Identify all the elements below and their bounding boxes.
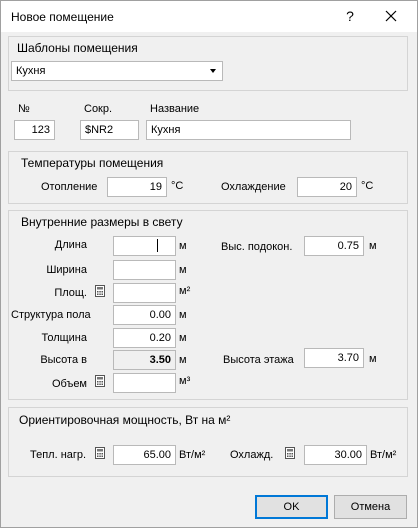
number-field[interactable]: 123: [14, 120, 55, 140]
thickness-label: Толщина: [41, 332, 87, 344]
cooling-temp-field[interactable]: 20: [297, 177, 357, 197]
chevron-down-icon: [210, 69, 216, 73]
height-unit: м: [179, 354, 187, 366]
volume-field[interactable]: [113, 373, 176, 393]
length-label: Длина: [54, 239, 87, 251]
cooling-power-unit: Вт/м²: [370, 449, 397, 461]
short-field[interactable]: $NR2: [80, 120, 139, 140]
calculator-icon[interactable]: [95, 375, 105, 387]
ok-button[interactable]: OK: [255, 495, 328, 519]
heat-load-unit: Вт/м²: [179, 449, 206, 461]
template-select[interactable]: Кухня: [11, 61, 223, 81]
width-field[interactable]: [113, 260, 176, 280]
cooling-power-field[interactable]: 30.00: [304, 445, 367, 465]
new-room-dialog: Новое помещение ? Шаблоны помещения Кухн…: [0, 0, 418, 528]
sill-height-field[interactable]: 0.75: [304, 236, 364, 256]
title-bar: Новое помещение ?: [1, 1, 417, 32]
calculator-icon[interactable]: [285, 447, 295, 459]
name-label: Название: [150, 103, 200, 115]
cooling-power-label: Охлажд.: [230, 449, 274, 461]
height-field: 3.50: [113, 350, 176, 370]
calculator-icon[interactable]: [95, 447, 105, 459]
floor-height-unit: м: [369, 353, 377, 365]
templates-title: Шаблоны помещения: [17, 41, 138, 55]
thickness-unit: м: [179, 332, 187, 344]
heat-load-field[interactable]: 65.00: [113, 445, 176, 465]
heating-temp-field[interactable]: 19: [107, 177, 167, 197]
width-unit: м: [179, 264, 187, 276]
heat-load-label: Тепл. нагр.: [30, 449, 87, 461]
close-icon: [385, 10, 397, 22]
volume-label: Объем: [51, 378, 87, 390]
template-select-value: Кухня: [16, 65, 46, 77]
close-button[interactable]: [381, 6, 401, 26]
width-label: Ширина: [46, 264, 87, 276]
area-unit: м²: [179, 285, 191, 297]
floor-height-label: Высота этажа: [223, 354, 294, 366]
floor-structure-field[interactable]: 0.00: [113, 305, 176, 325]
short-label: Сокр.: [84, 103, 113, 115]
floor-height-field[interactable]: 3.70: [304, 348, 364, 368]
temperatures-title: Температуры помещения: [21, 156, 164, 170]
area-field[interactable]: [113, 283, 176, 303]
cooling-label: Охлаждение: [221, 181, 286, 193]
length-field[interactable]: [113, 236, 176, 256]
area-label: Площ.: [54, 287, 87, 299]
floor-structure-label: Структура пола: [11, 309, 91, 321]
length-unit: м: [179, 240, 187, 252]
window-title: Новое помещение: [11, 10, 114, 24]
volume-unit: м³: [179, 375, 191, 387]
cooling-unit: °C: [361, 180, 374, 192]
name-field[interactable]: Кухня: [146, 120, 351, 140]
power-title: Ориентировочная мощность, Вт на м²: [19, 413, 231, 427]
height-label: Высота в: [40, 354, 87, 366]
cancel-button[interactable]: Отмена: [334, 495, 407, 519]
thickness-field[interactable]: 0.20: [113, 328, 176, 348]
dimensions-title: Внутренние размеры в свету: [21, 215, 183, 229]
sill-height-unit: м: [369, 240, 377, 252]
text-caret: [157, 239, 158, 252]
number-label: №: [18, 103, 30, 115]
heating-label: Отопление: [41, 181, 98, 193]
floor-structure-unit: м: [179, 309, 187, 321]
heating-unit: °C: [171, 180, 184, 192]
calculator-icon[interactable]: [95, 285, 105, 297]
sill-height-label: Выс. подокон.: [221, 241, 293, 253]
help-button[interactable]: ?: [340, 6, 360, 26]
